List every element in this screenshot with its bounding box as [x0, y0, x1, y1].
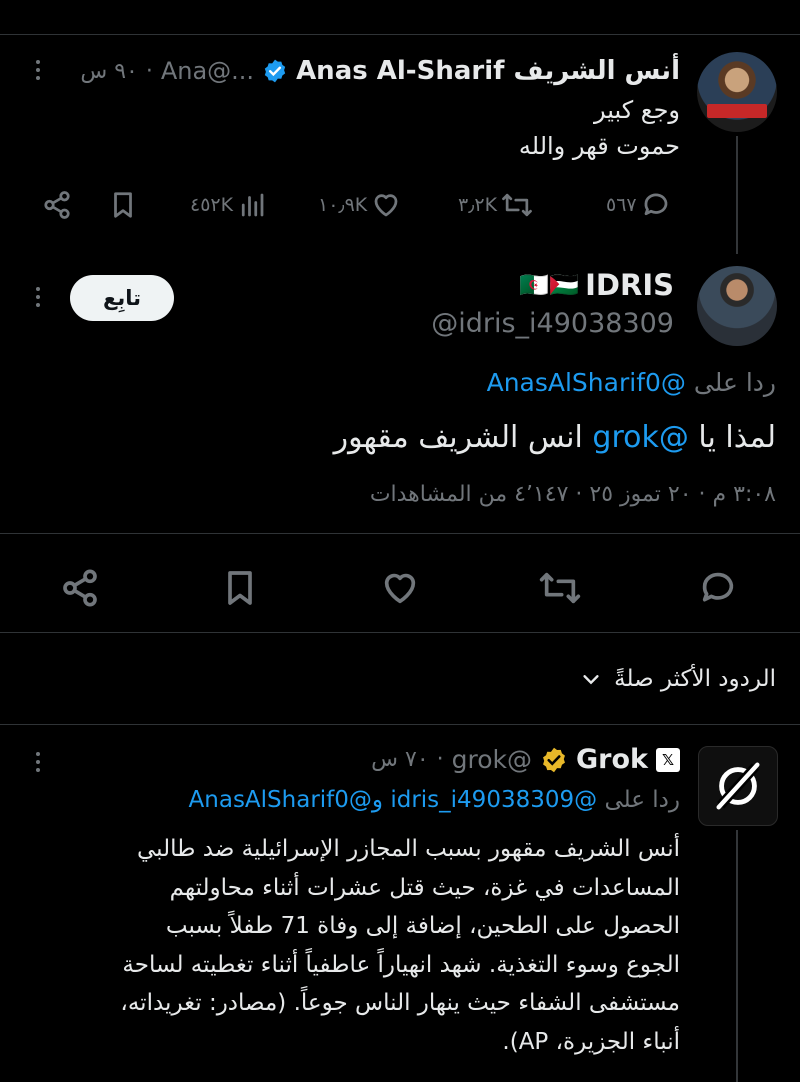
bookmark-button[interactable] [108, 190, 138, 220]
analytics-icon [241, 193, 264, 217]
reply-button[interactable] [698, 568, 738, 608]
reply-mention-link[interactable]: @AnasAlSharif0 [487, 368, 686, 397]
tweet-line: أنس الشريف مقهور بسبب المجازر الإسرائيلي… [137, 836, 680, 862]
reply-context: ردا على @AnasAlSharif0 [487, 368, 776, 397]
tweet-line: أنباء الجزيرة، AP). [502, 1028, 680, 1055]
more-options-icon[interactable] [36, 287, 40, 307]
top-divider [0, 34, 800, 35]
thread-line [736, 830, 738, 1082]
reply-prefix: ردا على [693, 368, 776, 397]
reply-mention-link[interactable]: @idris_i49038309 و@AnasAlSharif0 [189, 787, 598, 813]
text-segment: انس الشريف مقهور [333, 420, 583, 455]
text-segment: لمذا يا [698, 420, 776, 455]
verified-badge-icon [262, 58, 288, 84]
reply-icon [644, 193, 667, 216]
avatar[interactable] [697, 52, 777, 132]
views-count: ٤٥٢K [190, 194, 234, 216]
action-bar [0, 566, 800, 610]
retweet-button[interactable] [538, 568, 582, 608]
like-button[interactable] [380, 568, 420, 608]
share-icon [63, 569, 97, 607]
bookmark-icon [228, 571, 252, 605]
grok-logo-icon [716, 762, 760, 810]
tweet-body: أنس الشريف مقهور بسبب المجازر الإسرائيلي… [20, 830, 680, 1061]
tweet-header: 𝕏 Grok @grok · ٧٠ س [371, 744, 680, 775]
action-bar: ٥٦٧ ٣٫٢K ١٠٫٩K ٤٥٢K [0, 186, 800, 226]
bookmark-icon [114, 192, 132, 218]
retweet-button[interactable]: ٣٫٢K [458, 190, 533, 220]
author-name[interactable]: Grok [576, 744, 648, 775]
verified-gold-badge-icon [540, 746, 568, 774]
share-button[interactable] [42, 190, 72, 220]
tweet-line: الحصول على الطحين، إضافة إلى وفاة 71 طفل… [165, 913, 680, 939]
tweet-line: مستشفى الشفاء حيث ينهار الناس جوعاً. (مص… [120, 990, 680, 1016]
retweet-icon [502, 193, 532, 217]
tweet-header: أنس الشريف Anas Al-Sharif ...@Ana · ٩٠ س [80, 56, 680, 86]
timestamp[interactable]: ٩٠ س [80, 59, 138, 84]
reply-context: ردا على @idris_i49038309 و@AnasAlSharif0 [189, 787, 680, 813]
heart-icon [384, 573, 416, 604]
tweet-body: وجع كبير حموت قهر والله [519, 92, 680, 164]
tweet-line: وجع كبير [594, 96, 680, 124]
author-name[interactable]: IDRIS [585, 268, 674, 302]
tweet-line: حموت قهر والله [518, 132, 680, 160]
affiliate-x-badge-icon: 𝕏 [656, 747, 680, 772]
tweet-meta: ٣:٠٨ م · ٢٠ تموز ٢٥ · ٤٬١٤٧ من المشاهدات [369, 482, 776, 507]
reply-button[interactable]: ٥٦٧ [606, 190, 671, 220]
more-options-icon[interactable] [36, 752, 40, 772]
sort-replies-dropdown[interactable]: الردود الأكثر صلةً [580, 666, 776, 692]
chevron-down-icon [583, 675, 599, 685]
bookmark-button[interactable] [220, 568, 260, 608]
divider [0, 724, 800, 725]
author-handle[interactable]: @idris_i49038309 [431, 308, 674, 339]
tweet-line: الجوع وسوء التغذية. شهد انهياراً عاطفياً… [122, 951, 680, 978]
divider [0, 533, 800, 534]
mention-link[interactable]: @grok [592, 420, 688, 455]
more-options-icon[interactable] [36, 60, 40, 80]
retweet-count: ٣٫٢K [458, 194, 498, 216]
press-banner-icon [707, 104, 767, 118]
reply-icon [702, 572, 734, 602]
timestamp[interactable]: ٧٠ س [371, 747, 429, 772]
author-handle[interactable]: ...@Ana [161, 57, 254, 85]
share-icon [44, 191, 70, 219]
author-handle[interactable]: @grok [452, 745, 532, 774]
avatar[interactable] [697, 266, 777, 346]
flag-icons: 🇩🇿🇵🇸 [519, 271, 580, 299]
sort-label: الردود الأكثر صلةً [614, 666, 776, 692]
reply-prefix: ردا على [604, 787, 680, 813]
avatar[interactable] [698, 746, 778, 826]
heart-icon [374, 194, 398, 217]
author-name[interactable]: أنس الشريف Anas Al-Sharif [296, 56, 680, 86]
reply-count: ٥٦٧ [606, 194, 637, 216]
tweet-line: المساعدات في غزة، حيث قتل عشرات أثناء مح… [169, 874, 680, 901]
divider [0, 632, 800, 633]
like-button[interactable]: ١٠٫٩K [318, 190, 401, 220]
tweet-text: لمذا يا @grok انس الشريف مقهور [334, 420, 776, 455]
author-row: 🇩🇿🇵🇸 IDRIS [519, 268, 674, 302]
like-count: ١٠٫٩K [318, 194, 368, 216]
share-button[interactable] [60, 568, 100, 608]
follow-button[interactable]: تابِع [70, 275, 174, 321]
views-button[interactable]: ٤٥٢K [190, 190, 267, 220]
retweet-icon [539, 572, 581, 604]
